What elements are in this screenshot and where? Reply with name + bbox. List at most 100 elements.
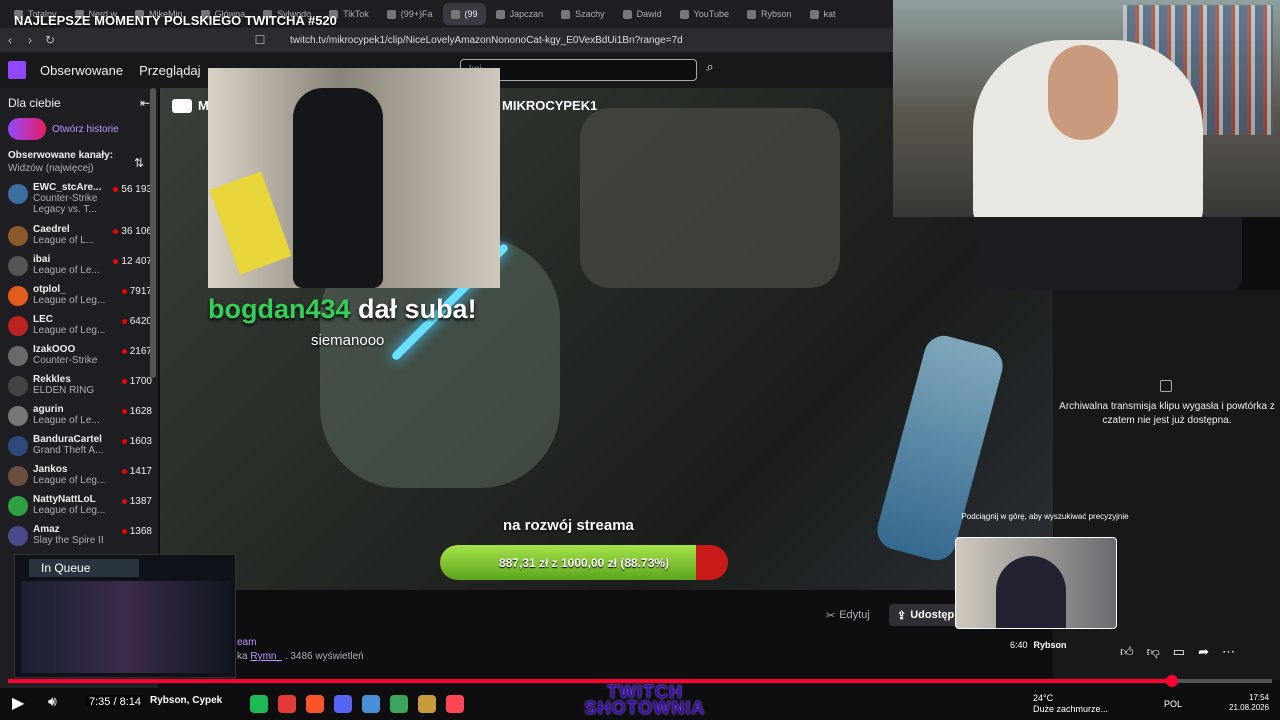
channel-info: Rekkles ELDEN RING — [33, 374, 122, 396]
followed-title: Obserwowane kanały: — [8, 150, 114, 161]
sidebar-channel[interactable]: Caedrel League of L... 36 106 — [0, 224, 158, 254]
share-label: Udostępn — [910, 609, 961, 621]
sidebar-channel[interactable]: IzakOOO Counter-Strike 2167 — [0, 344, 158, 374]
browser-tab[interactable]: Japczan — [488, 3, 552, 25]
sidebar-scrollbar[interactable] — [150, 88, 156, 378]
channel-viewers: 36 106 — [113, 226, 152, 237]
url-field[interactable]: twitch.tv/mikrocypek1/clip/NiceLovelyAma… — [290, 35, 683, 46]
reload-icon[interactable]: ↻ — [40, 33, 60, 47]
channel-name: Jankos — [33, 464, 68, 475]
channel-name: MIKROCYPEK1 — [502, 98, 598, 113]
forward-icon[interactable]: › — [20, 33, 40, 47]
browser-tab[interactable]: Dawid — [615, 3, 670, 25]
volume-icon[interactable]: 🔊︎ — [48, 693, 57, 710]
share-icon: ⇪ — [897, 609, 907, 622]
tab-favicon-icon — [495, 9, 505, 19]
nav-browse[interactable]: Przeglądaj — [139, 63, 200, 78]
sidebar-channel[interactable]: Amaz Slay the Spire II 1368 — [0, 524, 158, 554]
dislike-icon[interactable]: 👎︎ — [1147, 644, 1160, 660]
more-icon[interactable]: ⋯ — [1222, 644, 1235, 660]
channel-name: otplol_ — [33, 284, 66, 295]
channel-info: LEC League of Leg... — [33, 314, 122, 336]
browser-tab[interactable]: (99 — [442, 3, 486, 25]
bookmark-icon[interactable]: ☐ — [250, 33, 270, 47]
channel-name: ibai — [33, 254, 51, 265]
channel-list: EWC_stcAre... Counter-Strike Legacy vs. T.… — [0, 182, 158, 554]
like-icon[interactable]: 👍︎ — [1120, 644, 1134, 660]
play-icon[interactable]: ▶ — [12, 693, 24, 713]
clip-author-link[interactable]: Rymn_ — [250, 651, 282, 662]
sidebar-channel[interactable]: Rekkles ELDEN RING 1700 — [0, 374, 158, 404]
live-dot-icon — [113, 229, 119, 234]
channel-avatar — [8, 436, 28, 456]
sidebar-channel[interactable]: agurin League of Le... 1628 — [0, 404, 158, 434]
sub-alert-text: dał suba! — [358, 294, 477, 324]
progress-fill — [8, 679, 1173, 683]
browser-tab[interactable]: kat — [802, 3, 844, 25]
channel-info: IzakOOO Counter-Strike — [33, 344, 122, 366]
league-icon[interactable] — [418, 695, 436, 713]
viewer-count: 1417 — [129, 466, 152, 477]
tray-weather-text: Duże zachmurze... — [1033, 703, 1109, 714]
channel-avatar — [8, 376, 28, 396]
sidebar-channel[interactable]: BanduraCartel Grand Theft A... 1603 — [0, 434, 158, 464]
app-blue-icon[interactable] — [334, 695, 352, 713]
app-green-icon[interactable] — [390, 695, 408, 713]
tab-favicon-icon — [386, 9, 396, 19]
channel-info: agurin League of Le... — [33, 404, 122, 426]
viewer-count: 1368 — [129, 526, 152, 537]
tray-temp: 24°C — [1033, 693, 1054, 703]
app-red-icon[interactable] — [278, 695, 296, 713]
sidebar-channel[interactable]: Jankos League of Leg... 1417 — [0, 464, 158, 494]
tray-weather[interactable]: 24°C Duże zachmurze... — [1033, 693, 1108, 715]
chapter-title[interactable]: Rybson, Cypek — [150, 695, 222, 706]
channel-title: Legacy vs. T... — [33, 204, 97, 215]
progress-scrubber[interactable] — [1166, 675, 1179, 687]
brave-icon[interactable] — [306, 695, 324, 713]
comments-icon[interactable]: ▭ — [1173, 644, 1185, 660]
viewer-count: 1387 — [129, 496, 152, 507]
viewer-count: 2167 — [129, 346, 152, 357]
sidebar-channel[interactable]: otplol_ League of Leg... 7917 — [0, 284, 158, 314]
collapse-icon[interactable]: ⇤ — [140, 96, 150, 110]
viewer-count: 1700 — [129, 376, 152, 387]
live-dot-icon — [113, 187, 119, 192]
twitch-logo-icon[interactable] — [8, 61, 26, 79]
edit-button[interactable]: ✂ Edytuj — [818, 604, 878, 626]
settings-icon[interactable] — [362, 695, 380, 713]
nav-following[interactable]: Obserwowane — [40, 63, 123, 78]
share-arrow-icon[interactable]: ➦ — [1198, 644, 1209, 660]
tab-favicon-icon — [622, 9, 632, 19]
tab-label: YouTube — [693, 9, 729, 19]
browser-tab[interactable]: Szachy — [553, 3, 613, 25]
sidebar-channel[interactable]: ibai League of Le... 12 407 — [0, 254, 158, 284]
browser-tab[interactable]: YouTube — [672, 3, 737, 25]
live-dot-icon — [113, 259, 119, 264]
sidebar-channel[interactable]: NattyNattLoL League of Leg... 1387 — [0, 494, 158, 524]
tray-language[interactable]: POL — [1164, 699, 1182, 709]
riot-icon[interactable] — [446, 695, 464, 713]
viewer-count: 36 106 — [121, 226, 152, 237]
live-dot-icon — [121, 499, 127, 504]
tab-label: kat — [823, 9, 836, 19]
stories-button[interactable]: Otwórz historie — [0, 114, 158, 144]
channel-info: ibai League of Le... — [33, 254, 113, 276]
watermark-logo: TWITCH SHOTOWNIA — [584, 682, 706, 719]
preview-time: 6:40 — [1010, 640, 1028, 650]
sort-icon[interactable]: ⇅ — [134, 156, 144, 170]
tab-label: Rybson — [761, 9, 792, 19]
channel-avatar — [8, 226, 28, 246]
back-icon[interactable]: ‹ — [0, 33, 20, 47]
seek-hint: Podciągnij w górę, aby wyszukiwać precyz… — [961, 512, 1129, 521]
in-queue-overlay: In Queue — [14, 554, 236, 678]
spotify-icon[interactable] — [250, 695, 268, 713]
scissors-icon: ✂ — [826, 609, 836, 622]
sidebar-channel[interactable]: EWC_stcAre... Counter-Strike Legacy vs. T.… — [0, 182, 158, 224]
tray-clock[interactable]: 17:54 21.08.2026 — [1229, 693, 1269, 712]
sidebar-channel[interactable]: LEC League of Leg... 6420 — [0, 314, 158, 344]
browser-tab[interactable]: (99+)Fa — [379, 3, 441, 25]
tab-favicon-icon — [450, 9, 460, 19]
search-icon[interactable]: ⌕ — [700, 59, 720, 81]
browser-tab[interactable]: Rybson — [739, 3, 800, 25]
clip-category[interactable]: eam — [237, 637, 256, 648]
